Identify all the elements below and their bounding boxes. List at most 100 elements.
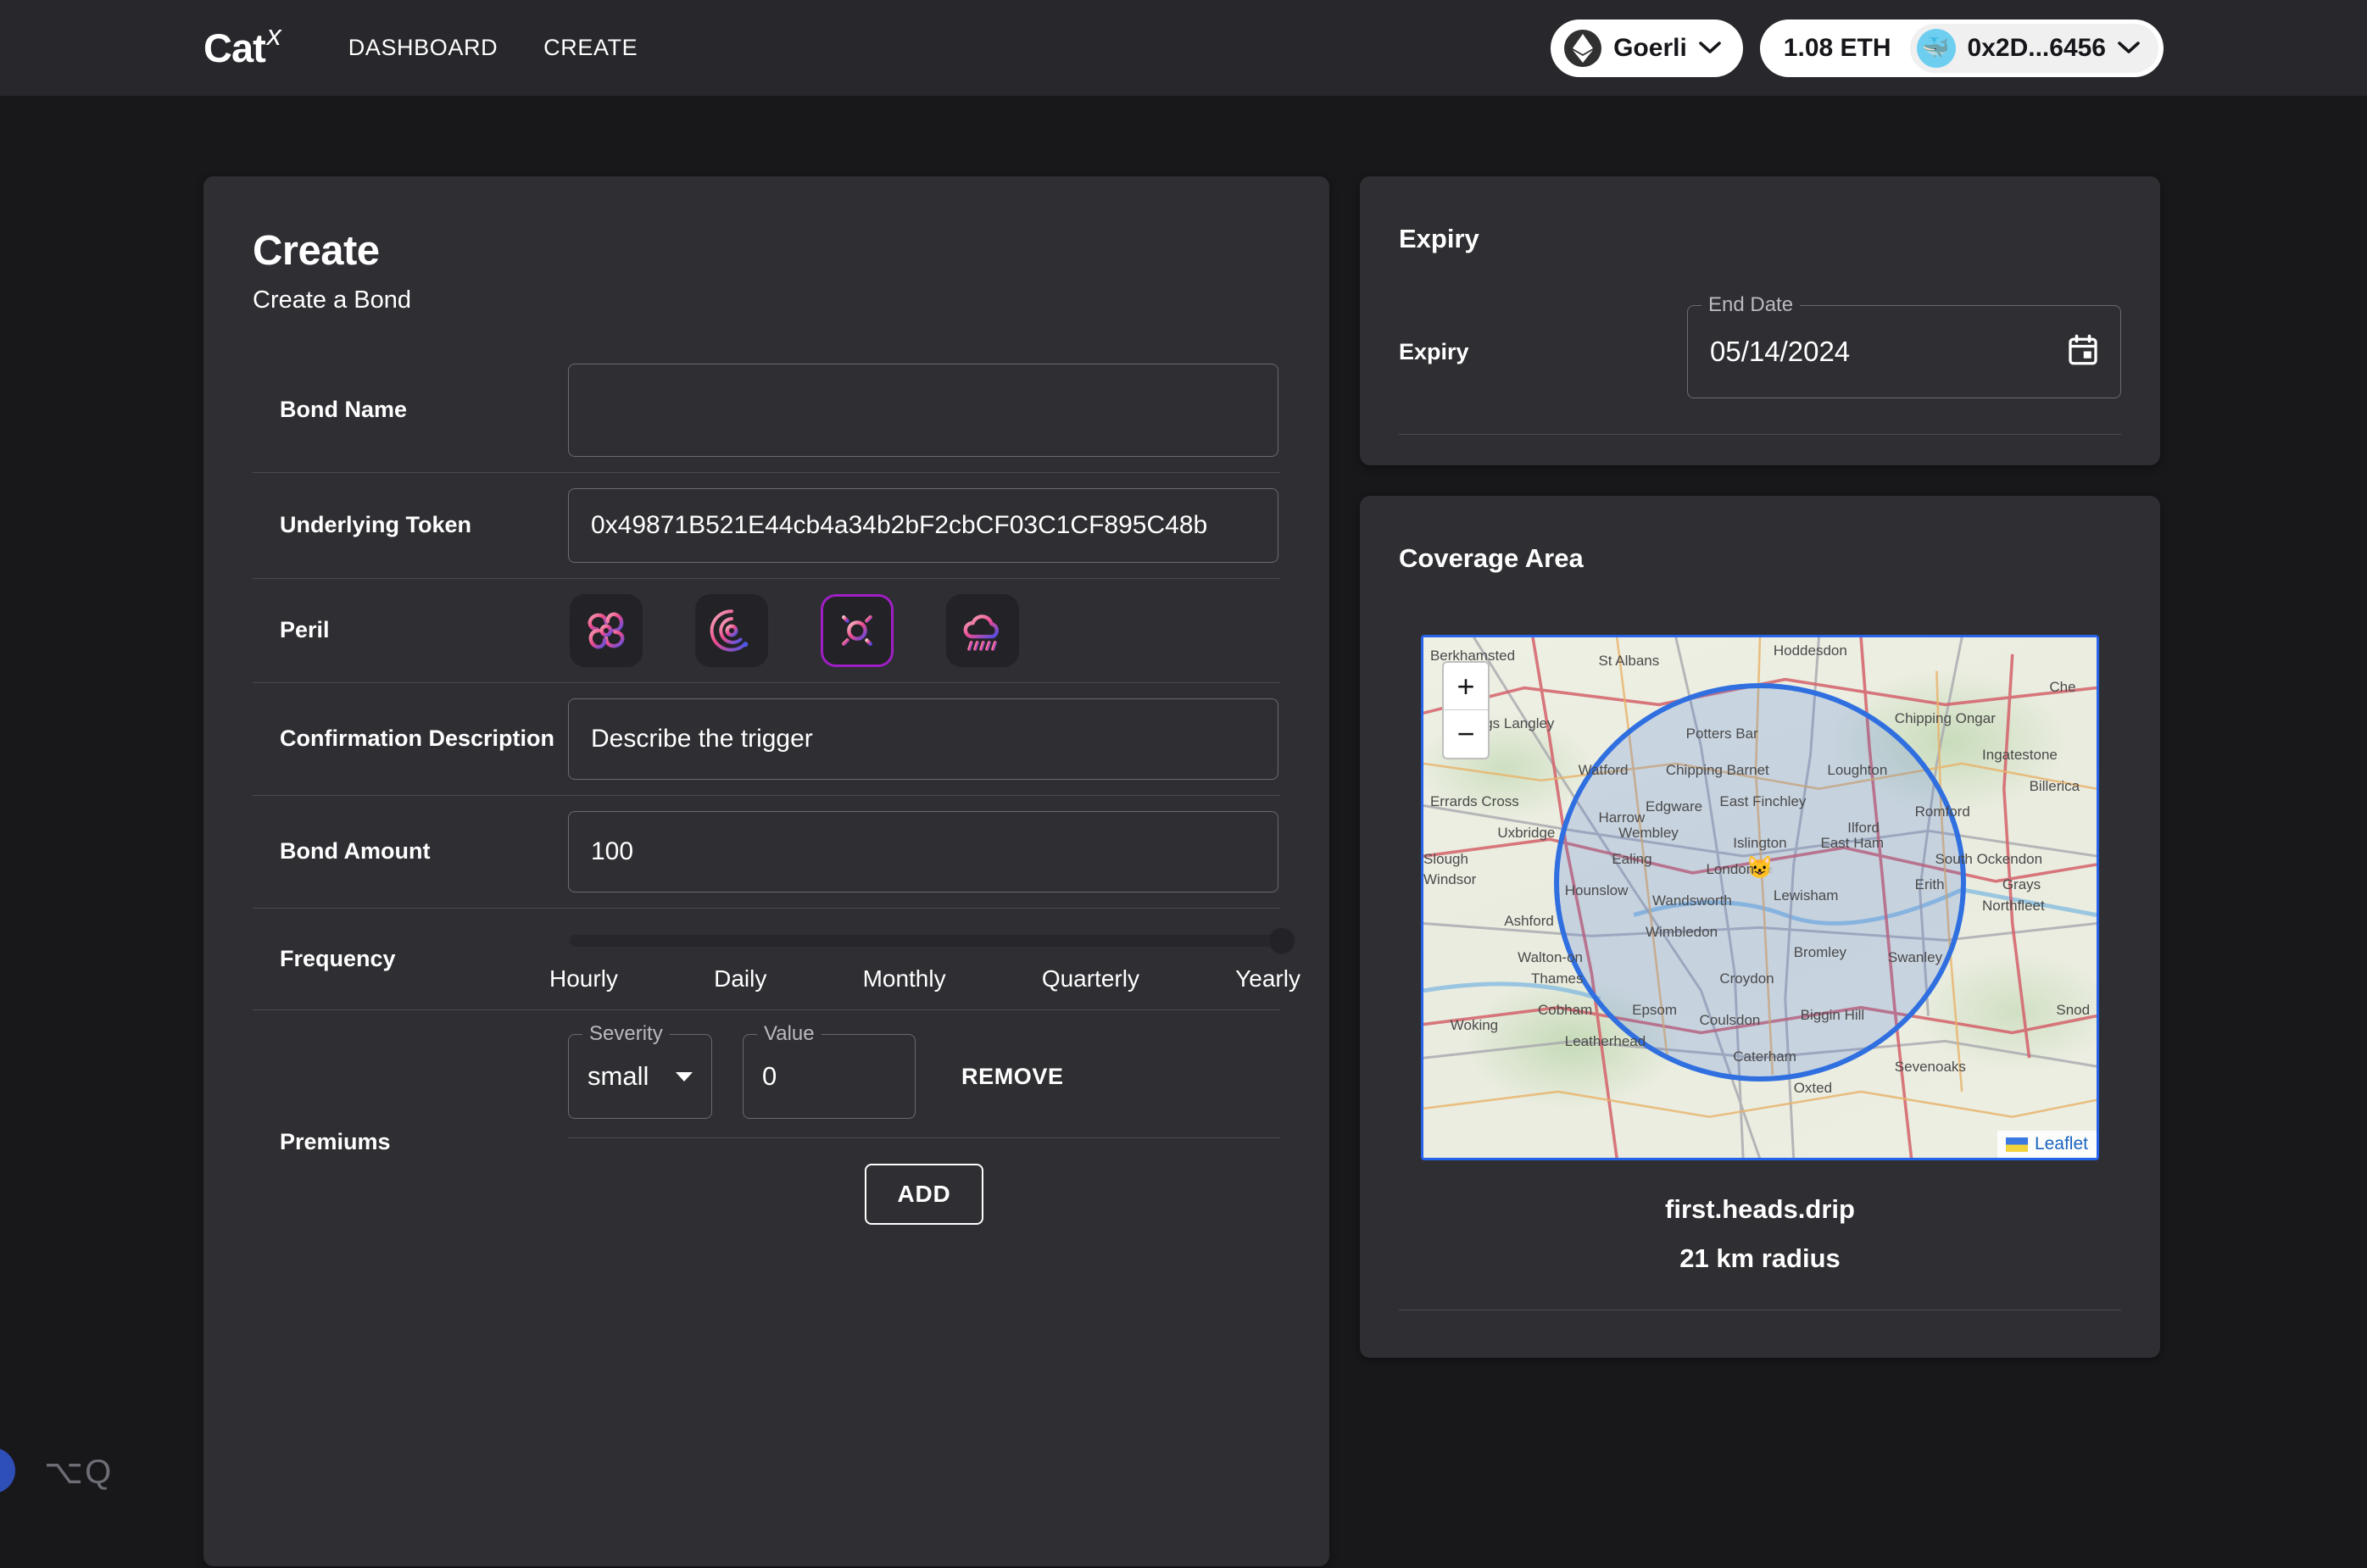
- frequency-slider[interactable]: [570, 927, 1295, 954]
- end-date-field[interactable]: End Date 05/14/2024: [1687, 293, 2121, 398]
- wallet-address-group[interactable]: 🐳 0x2D...6456: [1909, 23, 2158, 73]
- bond-name-label: Bond Name: [280, 397, 408, 423]
- frequency-mark-hourly[interactable]: Hourly: [549, 965, 618, 993]
- keyboard-shortcut-hint: ⌥Q: [44, 1454, 114, 1491]
- severity-legend: Severity: [582, 1022, 670, 1046]
- map-city-label: East Finchley: [1719, 793, 1807, 810]
- map-city-label: Chipping Ongar: [1894, 709, 1996, 726]
- map-city-label: Bromley: [1793, 944, 1847, 961]
- form-row-bond-name: Bond Name: [253, 348, 1280, 472]
- map-city-label: Cobham: [1537, 1001, 1593, 1018]
- map-city-label: Wimbledon: [1646, 923, 1718, 940]
- map-city-label: South Ockendon: [1935, 850, 2043, 867]
- form-row-frequency: Frequency Hourly Daily Monthly Quarterly: [253, 908, 1300, 1009]
- map-city-label: St Albans: [1598, 653, 1660, 670]
- coverage-caption: first.heads.drip 21 km radius: [1399, 1194, 2121, 1274]
- chevron-down-icon: [1698, 39, 1721, 58]
- map-city-label: Thames: [1531, 970, 1584, 987]
- frequency-slider-thumb[interactable]: [1269, 927, 1295, 954]
- underlying-token-input[interactable]: 0x49871B521E44cb4a34b2bF2cbCF03C1CF895C4…: [568, 488, 1278, 563]
- bond-amount-label: Bond Amount: [280, 838, 431, 865]
- map-zoom-out-button[interactable]: −: [1444, 710, 1488, 758]
- wallet-button[interactable]: 1.08 ETH 🐳 0x2D...6456: [1759, 19, 2164, 77]
- calendar-icon[interactable]: [2068, 334, 2098, 370]
- map-city-label: Che: [2049, 679, 2076, 696]
- map-city-label: East Ham: [1820, 835, 1885, 852]
- brand-logo[interactable]: Cat x: [203, 19, 281, 71]
- right-column: Expiry Expiry End Date 05/14/2024 Covera…: [1360, 176, 2160, 1358]
- map-attribution[interactable]: Leaflet: [1997, 1131, 2097, 1158]
- chain-selector[interactable]: Goerli: [1551, 19, 1743, 77]
- frequency-mark-quarterly[interactable]: Quarterly: [1042, 965, 1139, 993]
- coverage-card: Coverage Area + − 😺 St Albans Hoddesdon …: [1360, 496, 2160, 1358]
- confirmation-description-input[interactable]: Describe the trigger: [568, 698, 1278, 780]
- page-body: Create Create a Bond Bond Name Underlyin…: [0, 96, 2367, 1566]
- map-city-label: Watford: [1578, 762, 1629, 779]
- bond-name-input[interactable]: [568, 364, 1278, 457]
- page-title: Create: [253, 228, 380, 274]
- map-city-label: Northfleet: [1982, 898, 2045, 914]
- map-city-label: Uxbridge: [1497, 825, 1556, 842]
- remove-premium-button[interactable]: REMOVE: [946, 1054, 1079, 1100]
- map-city-label: Romford: [1914, 803, 1970, 820]
- map-city-label: Billerica: [2029, 777, 2080, 794]
- map-city-label: Walton-on: [1518, 949, 1584, 966]
- cards-container: Create Create a Bond Bond Name Underlyin…: [0, 96, 2367, 1566]
- map-city-label: Ilford: [1847, 819, 1880, 836]
- coverage-radius-label: 21 km radius: [1679, 1243, 1841, 1273]
- severity-select[interactable]: Severity small: [568, 1022, 712, 1119]
- form-row-confirmation-description: Confirmation Description Describe the tr…: [253, 682, 1280, 795]
- peril-option-drought[interactable]: [821, 594, 894, 667]
- map-city-label: Biggin Hill: [1800, 1006, 1865, 1023]
- nav-link-create[interactable]: CREATE: [530, 23, 651, 73]
- bond-amount-input[interactable]: 100: [568, 811, 1278, 892]
- peril-option-rain[interactable]: [946, 594, 1019, 667]
- frequency-mark-yearly[interactable]: Yearly: [1235, 965, 1300, 993]
- nav-right-group: Goerli 1.08 ETH 🐳 0x2D...6456: [1551, 19, 2164, 77]
- confirmation-description-field-wrap: Describe the trigger: [568, 683, 1280, 795]
- premiums-label: Premiums: [280, 1128, 391, 1154]
- nav-links: DASHBOARD CREATE: [335, 23, 652, 73]
- map-city-label: Slough: [1423, 850, 1468, 867]
- map-city-label: Sevenoaks: [1894, 1059, 1966, 1076]
- map-zoom-controls[interactable]: + −: [1442, 661, 1490, 759]
- premium-value-field[interactable]: Value 0: [743, 1022, 916, 1119]
- peril-options: [568, 594, 1280, 667]
- map-city-label: Hoddesdon: [1773, 642, 1847, 659]
- map-city-label: Edgware: [1646, 798, 1703, 815]
- leaflet-link[interactable]: Leaflet: [2035, 1134, 2088, 1154]
- form-row-peril: Peril: [253, 578, 1280, 682]
- map-city-label: Loughton: [1827, 762, 1888, 779]
- map-city-label: Chipping Barnet: [1665, 762, 1769, 779]
- bond-amount-field-wrap: 100: [568, 796, 1280, 908]
- peril-option-earthquake[interactable]: [695, 594, 768, 667]
- map-city-label: Woking: [1450, 1017, 1499, 1034]
- peril-option-hurricane[interactable]: [570, 594, 643, 667]
- end-date-legend: End Date: [1701, 293, 1801, 317]
- map-city-label: Erith: [1914, 876, 1945, 893]
- top-navbar: Cat x DASHBOARD CREATE Goerli 1.08 ETH 🐳…: [0, 0, 2367, 96]
- frequency-mark-daily[interactable]: Daily: [714, 965, 766, 993]
- expiry-row: Expiry End Date 05/14/2024: [1399, 293, 2121, 435]
- frequency-mark-monthly[interactable]: Monthly: [863, 965, 946, 993]
- wallet-address: 0x2D...6456: [1967, 33, 2106, 62]
- add-premium-button[interactable]: ADD: [865, 1164, 983, 1225]
- map-city-label: Snod: [2056, 1001, 2091, 1018]
- frequency-field-wrap: Hourly Daily Monthly Quarterly Yearly: [549, 911, 1314, 1008]
- chevron-down-icon: [2118, 39, 2140, 58]
- nav-link-dashboard[interactable]: DASHBOARD: [335, 23, 511, 73]
- underlying-token-label: Underlying Token: [280, 512, 472, 538]
- brand-text: Cat: [203, 25, 266, 70]
- form-row-premiums: Premiums Severity small Value 0 REMOVE A…: [253, 1009, 1280, 1274]
- frequency-slider-wrap: Hourly Daily Monthly Quarterly Yearly: [549, 927, 1314, 993]
- leaflet-flag-icon: [2005, 1137, 2028, 1152]
- expiry-panel-title: Expiry: [1399, 224, 1479, 253]
- brand-superscript: x: [266, 19, 281, 52]
- map-city-label: Errards Cross: [1429, 793, 1519, 810]
- map-city-label: Potters Bar: [1685, 726, 1758, 742]
- coverage-map[interactable]: + − 😺 St Albans Hoddesdon Berkhamsted Che Ki…: [1421, 635, 2099, 1160]
- map-zoom-in-button[interactable]: +: [1444, 663, 1488, 710]
- premiums-field-wrap: Severity small Value 0 REMOVE ADD: [568, 1010, 1280, 1274]
- frequency-marks: Hourly Daily Monthly Quarterly Yearly: [549, 965, 1300, 993]
- chevron-down-icon: [676, 1071, 693, 1081]
